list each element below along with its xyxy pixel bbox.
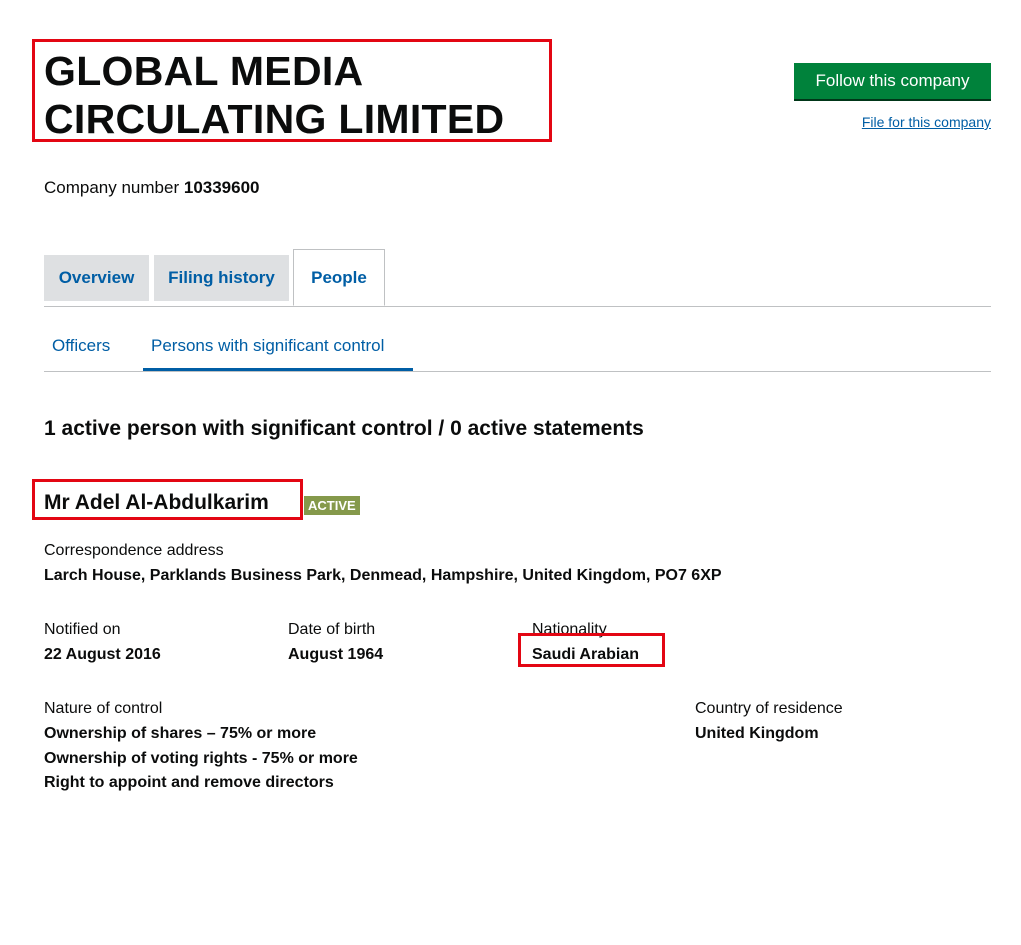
control-item: Right to appoint and remove directors xyxy=(44,774,334,791)
company-page: GLOBAL MEDIA CIRCULATING LIMITED Follow … xyxy=(32,0,991,945)
company-number: Company number 10339600 xyxy=(44,178,260,198)
status-badge: ACTIVE xyxy=(304,496,360,515)
psc-summary: 1 active person with significant control… xyxy=(44,417,644,440)
control-item: Ownership of shares – 75% or more xyxy=(44,725,317,742)
address-value: Larch House, Parklands Business Park, De… xyxy=(44,567,722,584)
dob-value: August 1964 xyxy=(288,646,384,663)
subtab-psc[interactable]: Persons with significant control xyxy=(151,336,384,356)
tab-overview[interactable]: Overview xyxy=(44,255,149,301)
notified-value: 22 August 2016 xyxy=(44,646,161,663)
company-tabs: Overview Filing history People xyxy=(44,249,991,307)
follow-company-button[interactable]: Follow this company xyxy=(794,63,991,101)
residence-label: Country of residence xyxy=(695,700,843,717)
tab-filing-history[interactable]: Filing history xyxy=(154,255,289,301)
person-name: Mr Adel Al-Abdulkarim xyxy=(44,491,269,514)
control-item: Ownership of voting rights - 75% or more xyxy=(44,750,358,767)
company-title-line2: CIRCULATING LIMITED xyxy=(44,96,505,142)
file-for-company-link[interactable]: File for this company xyxy=(862,114,991,130)
address-label: Correspondence address xyxy=(44,542,224,559)
company-number-value: 10339600 xyxy=(183,178,260,197)
nationality-label: Nationality xyxy=(532,621,607,638)
control-label: Nature of control xyxy=(44,700,163,717)
company-number-label: Company number xyxy=(44,178,180,197)
notified-label: Notified on xyxy=(44,621,121,638)
nationality-value: Saudi Arabian xyxy=(532,646,639,663)
active-subtab-indicator xyxy=(143,368,413,371)
tab-people[interactable]: People xyxy=(293,249,385,306)
subtab-officers[interactable]: Officers xyxy=(52,336,110,356)
dob-label: Date of birth xyxy=(288,621,376,638)
company-title: GLOBAL MEDIA CIRCULATING LIMITED xyxy=(44,47,504,143)
residence-value: United Kingdom xyxy=(695,725,819,742)
people-subtabs: Officers Persons with significant contro… xyxy=(44,322,991,372)
company-title-line1: GLOBAL MEDIA xyxy=(44,48,364,94)
